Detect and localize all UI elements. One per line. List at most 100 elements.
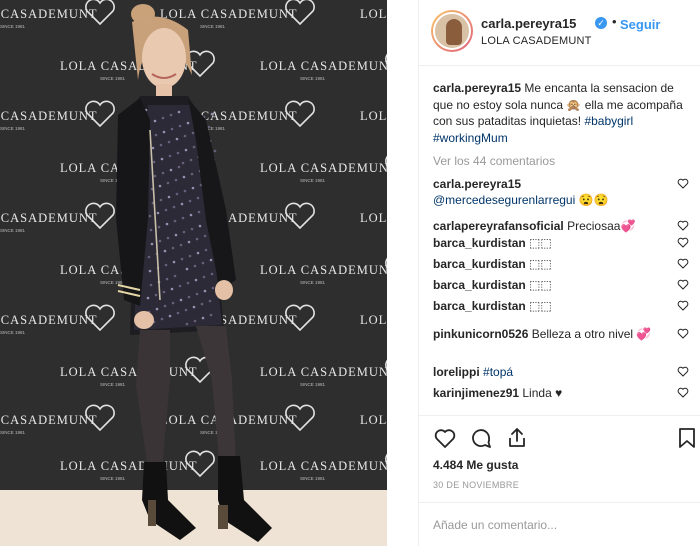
follow-button[interactable]: Seguir xyxy=(620,17,660,32)
comment-like-heart-icon[interactable] xyxy=(677,328,689,339)
comment-icon[interactable] xyxy=(469,426,493,450)
backdrop-brand-text: LOLA CASADEMUNT xyxy=(260,459,387,473)
backdrop-since-text: SINCE 1981 xyxy=(300,382,326,387)
heart-icon[interactable] xyxy=(433,426,457,450)
comment-like-heart-icon[interactable] xyxy=(677,258,689,269)
sequin-dot xyxy=(172,205,176,209)
comment-username[interactable]: karinjimenez91 xyxy=(433,386,519,400)
sequin-dot xyxy=(193,319,197,323)
comment-text-block: pinkunicorn0526 Belleza a otro nivel 💞 xyxy=(433,326,658,342)
backdrop-brand-text: LOLA CASADEMUNT xyxy=(0,313,98,327)
backdrop-brand-text: LOLA CASADEMUNT xyxy=(260,263,387,277)
comment-username[interactable]: barca_kurdistan xyxy=(433,299,526,313)
sequin-dot xyxy=(181,161,185,165)
view-all-comments-link[interactable]: Ver los 44 comentarios xyxy=(433,154,689,170)
comment-username[interactable]: pinkunicorn0526 xyxy=(433,327,528,341)
sequin-dot xyxy=(196,251,200,255)
comment-like-heart-icon[interactable] xyxy=(677,220,689,231)
post-header: carla.pereyra15 ✓ • Seguir LOLA CASADEMU… xyxy=(419,0,700,66)
comment-row: pinkunicorn0526 Belleza a otro nivel 💞 xyxy=(433,326,689,342)
comment-username[interactable]: carlapereyrafansoficial xyxy=(433,219,564,233)
sequin-dot xyxy=(150,242,154,246)
photo-backdrop: LOLA CASADEMUNT SINCE 1981 LOLA CASADEMUNT… xyxy=(0,0,387,546)
sequin-dot xyxy=(173,274,177,278)
sequin-dot xyxy=(169,168,173,172)
sequin-dot xyxy=(153,174,157,178)
comment-text-block: lorelippi #topá xyxy=(433,364,658,380)
sequin-dot xyxy=(166,236,170,240)
sequin-dot xyxy=(169,113,173,117)
sequin-dot xyxy=(167,195,171,199)
comment-mention[interactable]: #topá xyxy=(483,365,513,379)
backdrop-since-text: SINCE 1981 xyxy=(0,430,26,435)
comment-username[interactable]: barca_kurdistan xyxy=(433,278,526,292)
comment-mention[interactable]: @mercedesegurenlarregui xyxy=(433,193,575,207)
comment-like-heart-icon[interactable] xyxy=(677,237,689,248)
sequin-dot xyxy=(190,227,194,231)
sequin-dot xyxy=(149,228,153,232)
backdrop-brand-text: LOLA CASADEMUNT xyxy=(60,459,198,473)
comments-list[interactable]: carla.pereyra15 Me encanta la sensacion … xyxy=(433,80,689,415)
comment-username[interactable]: barca_kurdistan xyxy=(433,257,526,271)
sequin-dot xyxy=(203,289,207,293)
likes-count[interactable]: 4.484 Me gusta xyxy=(433,458,518,472)
sequin-dot xyxy=(180,202,184,206)
sequin-dot xyxy=(208,299,212,303)
caption-username[interactable]: carla.pereyra15 xyxy=(433,81,521,95)
sequin-dot xyxy=(160,157,164,161)
comment-username[interactable]: barca_kurdistan xyxy=(433,236,526,250)
sequin-dot xyxy=(164,208,168,212)
sequin-dot xyxy=(184,148,188,152)
post-photo[interactable]: LOLA CASADEMUNT SINCE 1981 LOLA CASADEMUNT… xyxy=(0,0,387,546)
comment-username[interactable]: carla.pereyra15 xyxy=(433,177,521,191)
sequin-dot xyxy=(177,110,181,114)
avatar[interactable] xyxy=(431,10,473,52)
comment-row: carla.pereyra15 @mercedesegurenlarregui … xyxy=(433,176,689,208)
location-link[interactable]: LOLA CASADEMUNT xyxy=(481,35,592,47)
share-icon[interactable] xyxy=(505,426,529,450)
comment-like-heart-icon[interactable] xyxy=(677,366,689,377)
sequin-dot xyxy=(168,314,172,318)
backdrop-brand-text: LOLA CASADEMUNT xyxy=(60,365,198,379)
hashtag-workingmum[interactable]: #workingMum xyxy=(433,131,508,145)
comment-text-block: barca_kurdistan ⬚⬚ xyxy=(433,298,658,314)
sequin-dot xyxy=(188,199,192,203)
comment-username[interactable]: lorelippi xyxy=(433,365,480,379)
comment-like-heart-icon[interactable] xyxy=(677,279,689,290)
sequin-dot xyxy=(210,272,214,276)
sequin-dot xyxy=(201,316,205,320)
sequin-dot xyxy=(160,317,164,321)
sequin-dot xyxy=(175,137,179,141)
sequin-dot xyxy=(177,165,181,169)
sequin-dot xyxy=(161,116,165,120)
post-date: 30 DE NOVIEMBRE xyxy=(433,480,520,490)
sequin-dot xyxy=(159,143,163,147)
comment-row: lorelippi #topá xyxy=(433,364,689,380)
add-comment-input[interactable] xyxy=(433,516,683,534)
sequin-dot xyxy=(154,133,158,137)
sequin-dot xyxy=(189,213,193,217)
post-actions-bar: 4.484 Me gusta 30 DE NOVIEMBRE xyxy=(419,415,700,495)
sequin-dot xyxy=(180,257,184,261)
comment-like-heart-icon[interactable] xyxy=(677,300,689,311)
comment-text-block: carlapereyrafansoficial Preciosaa💞 xyxy=(433,218,658,234)
sequin-dot xyxy=(186,281,190,285)
sequin-dot xyxy=(154,293,158,297)
sequin-dot xyxy=(152,160,156,164)
sequin-dot xyxy=(211,286,215,290)
sequin-dot xyxy=(188,254,192,258)
backdrop-brand-text: LOLA CASADEMUNT xyxy=(0,7,98,21)
sequin-dot xyxy=(201,261,205,265)
comment-like-heart-icon[interactable] xyxy=(677,387,689,398)
backdrop-brand-text: LOLA CASADEMUNT xyxy=(360,211,387,225)
backdrop-since-text: SINCE 1981 xyxy=(200,24,226,29)
sequin-dot xyxy=(191,186,195,190)
bookmark-icon[interactable] xyxy=(675,426,699,450)
comment-like-heart-icon[interactable] xyxy=(677,178,689,189)
sequin-dot xyxy=(184,308,188,312)
comment-row: barca_kurdistan ⬚⬚ xyxy=(433,298,689,314)
header-username[interactable]: carla.pereyra15 xyxy=(481,16,576,31)
sequin-dot xyxy=(151,146,155,150)
hashtag-babygirl[interactable]: #babygirl xyxy=(584,114,633,128)
backdrop-since-text: SINCE 1981 xyxy=(300,280,326,285)
